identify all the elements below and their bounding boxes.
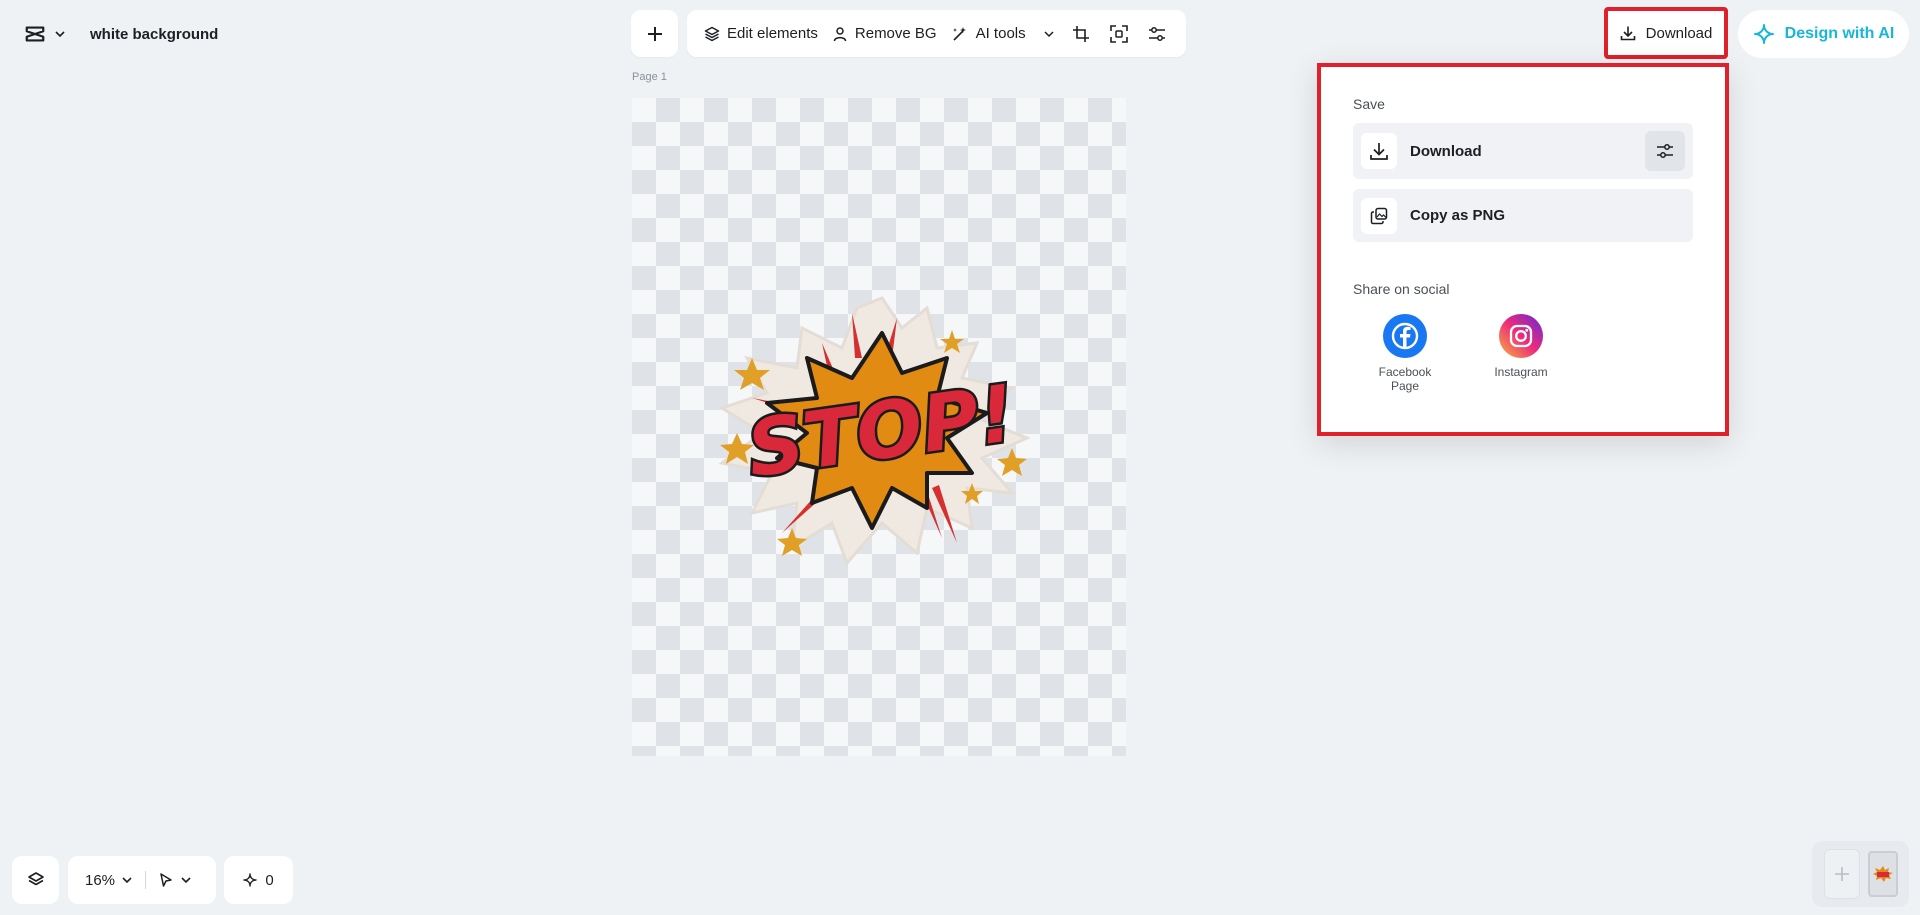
edit-elements-button[interactable]: Edit elements [697,10,825,57]
crop-icon [1072,25,1090,43]
adjust-button[interactable] [1138,10,1176,57]
top-toolbar: Edit elements Remove BG AI tools [687,10,1186,57]
sliders-icon [1656,142,1674,160]
comments-count: 0 [265,871,274,889]
magic-wand-icon [951,25,969,43]
thumbnail-sticker-icon [1872,866,1893,882]
download-icon [1361,133,1397,169]
design-with-ai-button[interactable]: Design with AI [1738,10,1909,58]
crop-button[interactable] [1062,10,1100,57]
plus-icon [646,25,664,43]
chevron-down-icon [54,28,66,40]
facebook-icon [1383,314,1427,358]
save-heading: Save [1353,96,1385,112]
ai-tools-label: AI tools [975,25,1026,42]
header-left: white background [12,12,227,56]
comments-button[interactable]: 0 [224,856,293,904]
zoom-control: 16% [68,856,216,904]
chevron-down-icon[interactable] [121,874,133,886]
download-option-label: Download [1410,142,1482,160]
page-thumbnail[interactable] [1867,851,1898,897]
layers-icon [704,26,720,42]
layers-button[interactable] [12,856,59,904]
person-icon [832,26,848,42]
add-page-button[interactable] [1823,849,1860,899]
edit-elements-label: Edit elements [727,25,818,42]
facebook-page-share[interactable]: Facebook Page [1360,314,1450,393]
instagram-label: Instagram [1494,365,1548,379]
add-button[interactable] [631,10,678,57]
download-icon [1620,25,1636,41]
zoom-level[interactable]: 16% [85,872,115,889]
document-title[interactable]: white background [90,26,218,43]
ai-tools-button[interactable]: AI tools [944,10,1062,57]
copy-image-icon [1361,197,1397,234]
facebook-page-label: Facebook Page [1378,365,1432,393]
adjust-icon [1148,25,1166,43]
download-button[interactable]: Download [1604,7,1728,59]
layers-icon [27,871,45,889]
capcut-logo-icon [24,23,46,45]
remove-bg-label: Remove BG [854,25,937,42]
download-panel: Save Download Copy as PNG Share on socia… [1317,63,1729,436]
copy-as-png-label: Copy as PNG [1410,207,1506,224]
download-option[interactable]: Download [1353,123,1693,179]
remove-bg-button[interactable]: Remove BG [825,10,944,57]
resize-icon [1109,24,1128,43]
pages-panel [1812,841,1909,907]
instagram-icon [1499,314,1543,358]
ai-sparkle-icon [1753,23,1775,45]
download-button-label: Download [1645,24,1713,42]
instagram-share[interactable]: Instagram [1476,314,1566,379]
share-heading: Share on social [1353,281,1450,297]
resize-button[interactable] [1100,10,1138,57]
chevron-down-icon [1043,28,1055,40]
design-with-ai-label: Design with AI [1784,25,1895,42]
copy-as-png-option[interactable]: Copy as PNG [1353,189,1693,242]
design-canvas[interactable]: STOP! [632,98,1126,756]
plus-icon [1832,864,1852,884]
cursor-icon [158,872,174,888]
stop-sticker-image[interactable]: STOP! [712,288,1052,578]
divider [145,871,147,889]
page-label: Page 1 [632,71,667,83]
download-settings-button[interactable] [1645,131,1685,171]
chevron-down-icon [180,874,192,886]
sparkle-icon [243,873,258,887]
pointer-tool-button[interactable] [158,872,192,888]
main-menu-button[interactable] [20,19,70,49]
